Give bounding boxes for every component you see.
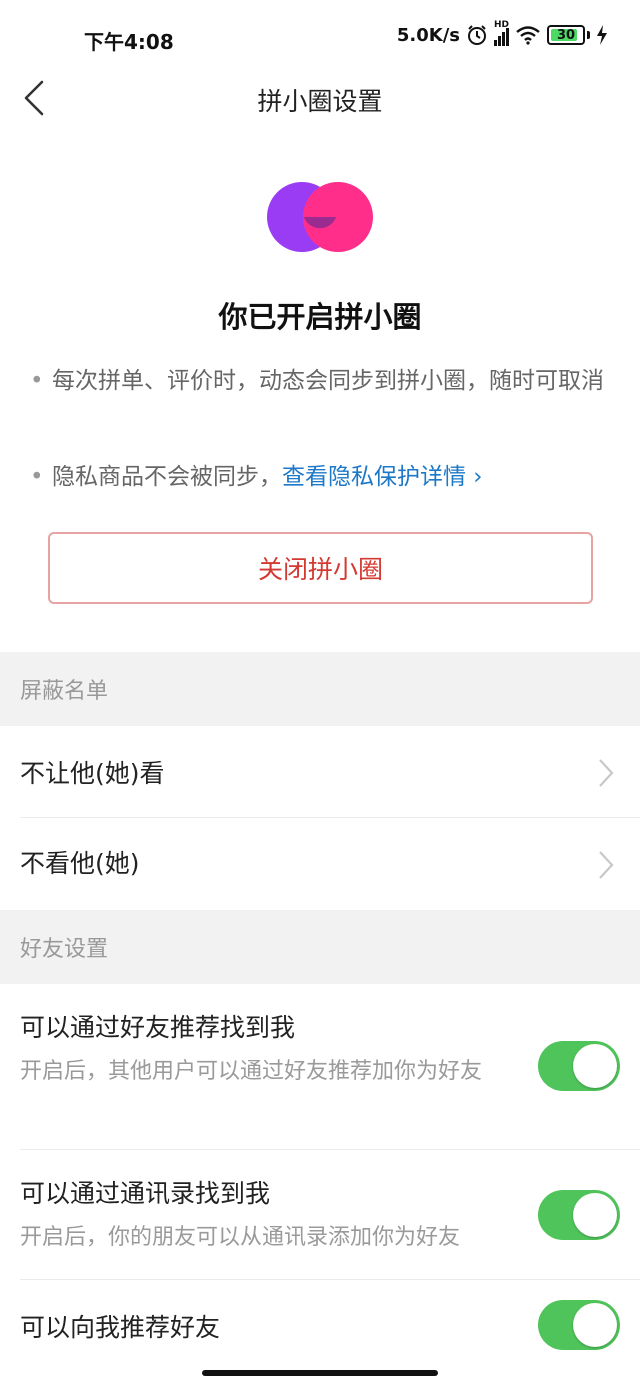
list-item-label: 不让他(她)看 <box>20 759 165 788</box>
list-item-hide-from[interactable]: 不让他(她)看 <box>0 726 640 818</box>
charging-icon <box>597 25 607 45</box>
setting-row-find-via-recommend: 可以通过好友推荐找到我 开启后，其他用户可以通过好友推荐加你为好友 <box>0 984 640 1150</box>
cellular-signal-icon: HD <box>494 20 509 46</box>
section-header-friend-settings: 好友设置 <box>0 910 640 984</box>
list-item-label: 不看他(她) <box>20 849 140 878</box>
privacy-text: 隐私商品不会被同步， <box>52 464 282 490</box>
hero-title: 你已开启拼小圈 <box>218 300 422 334</box>
section-header-block-list: 屏蔽名单 <box>0 652 640 726</box>
setting-label: 可以通过通讯录找到我 <box>20 1179 271 1208</box>
setting-description: 开启后，你的朋友可以从通讯录添加你为好友 <box>20 1225 461 1250</box>
nav-bar: 拼小圈设置 <box>0 72 640 124</box>
wifi-icon <box>516 26 540 45</box>
toggle-find-via-recommend[interactable] <box>538 1041 620 1091</box>
info-bullet-privacy: • 隐私商品不会被同步，查看隐私保护详情 › <box>30 464 483 490</box>
hd-label: HD <box>494 20 510 30</box>
setting-label: 可以通过好友推荐找到我 <box>20 1013 296 1042</box>
list-item-hide-posts[interactable]: 不看他(她) <box>0 818 640 910</box>
chevron-right-icon <box>599 851 614 879</box>
battery-level: 30 <box>556 27 576 43</box>
info-bullet-sync: • 每次拼单、评价时，动态会同步到拼小圈，随时可取消 <box>30 362 610 400</box>
home-indicator[interactable] <box>202 1370 438 1376</box>
status-time: 下午4:08 <box>84 30 174 54</box>
chevron-right-icon <box>599 759 614 787</box>
status-indicators: 5.0K/s HD 30 <box>396 20 608 46</box>
setting-row-find-via-contacts: 可以通过通讯录找到我 开启后，你的朋友可以从通讯录添加你为好友 <box>0 1150 640 1280</box>
status-bar: 下午4:08 5.0K/s HD 30 <box>0 0 640 72</box>
setting-label: 可以向我推荐好友 <box>20 1313 221 1342</box>
close-pinxiaoquan-button[interactable]: 关闭拼小圈 <box>48 532 593 604</box>
page-title: 拼小圈设置 <box>257 87 383 116</box>
setting-description: 开启后，其他用户可以通过好友推荐加你为好友 <box>20 1059 483 1084</box>
toggle-recommend-friends[interactable] <box>538 1300 620 1350</box>
battery-icon: 30 <box>547 25 585 45</box>
toggle-find-via-contacts[interactable] <box>538 1190 620 1240</box>
info-bullet-text: 每次拼单、评价时，动态会同步到拼小圈，随时可取消 <box>52 368 604 394</box>
pinxiaoquan-logo-icon <box>267 182 373 252</box>
net-speed: 5.0K/s <box>396 24 460 46</box>
alarm-icon <box>468 25 486 45</box>
privacy-details-link[interactable]: 查看隐私保护详情 › <box>282 464 483 490</box>
